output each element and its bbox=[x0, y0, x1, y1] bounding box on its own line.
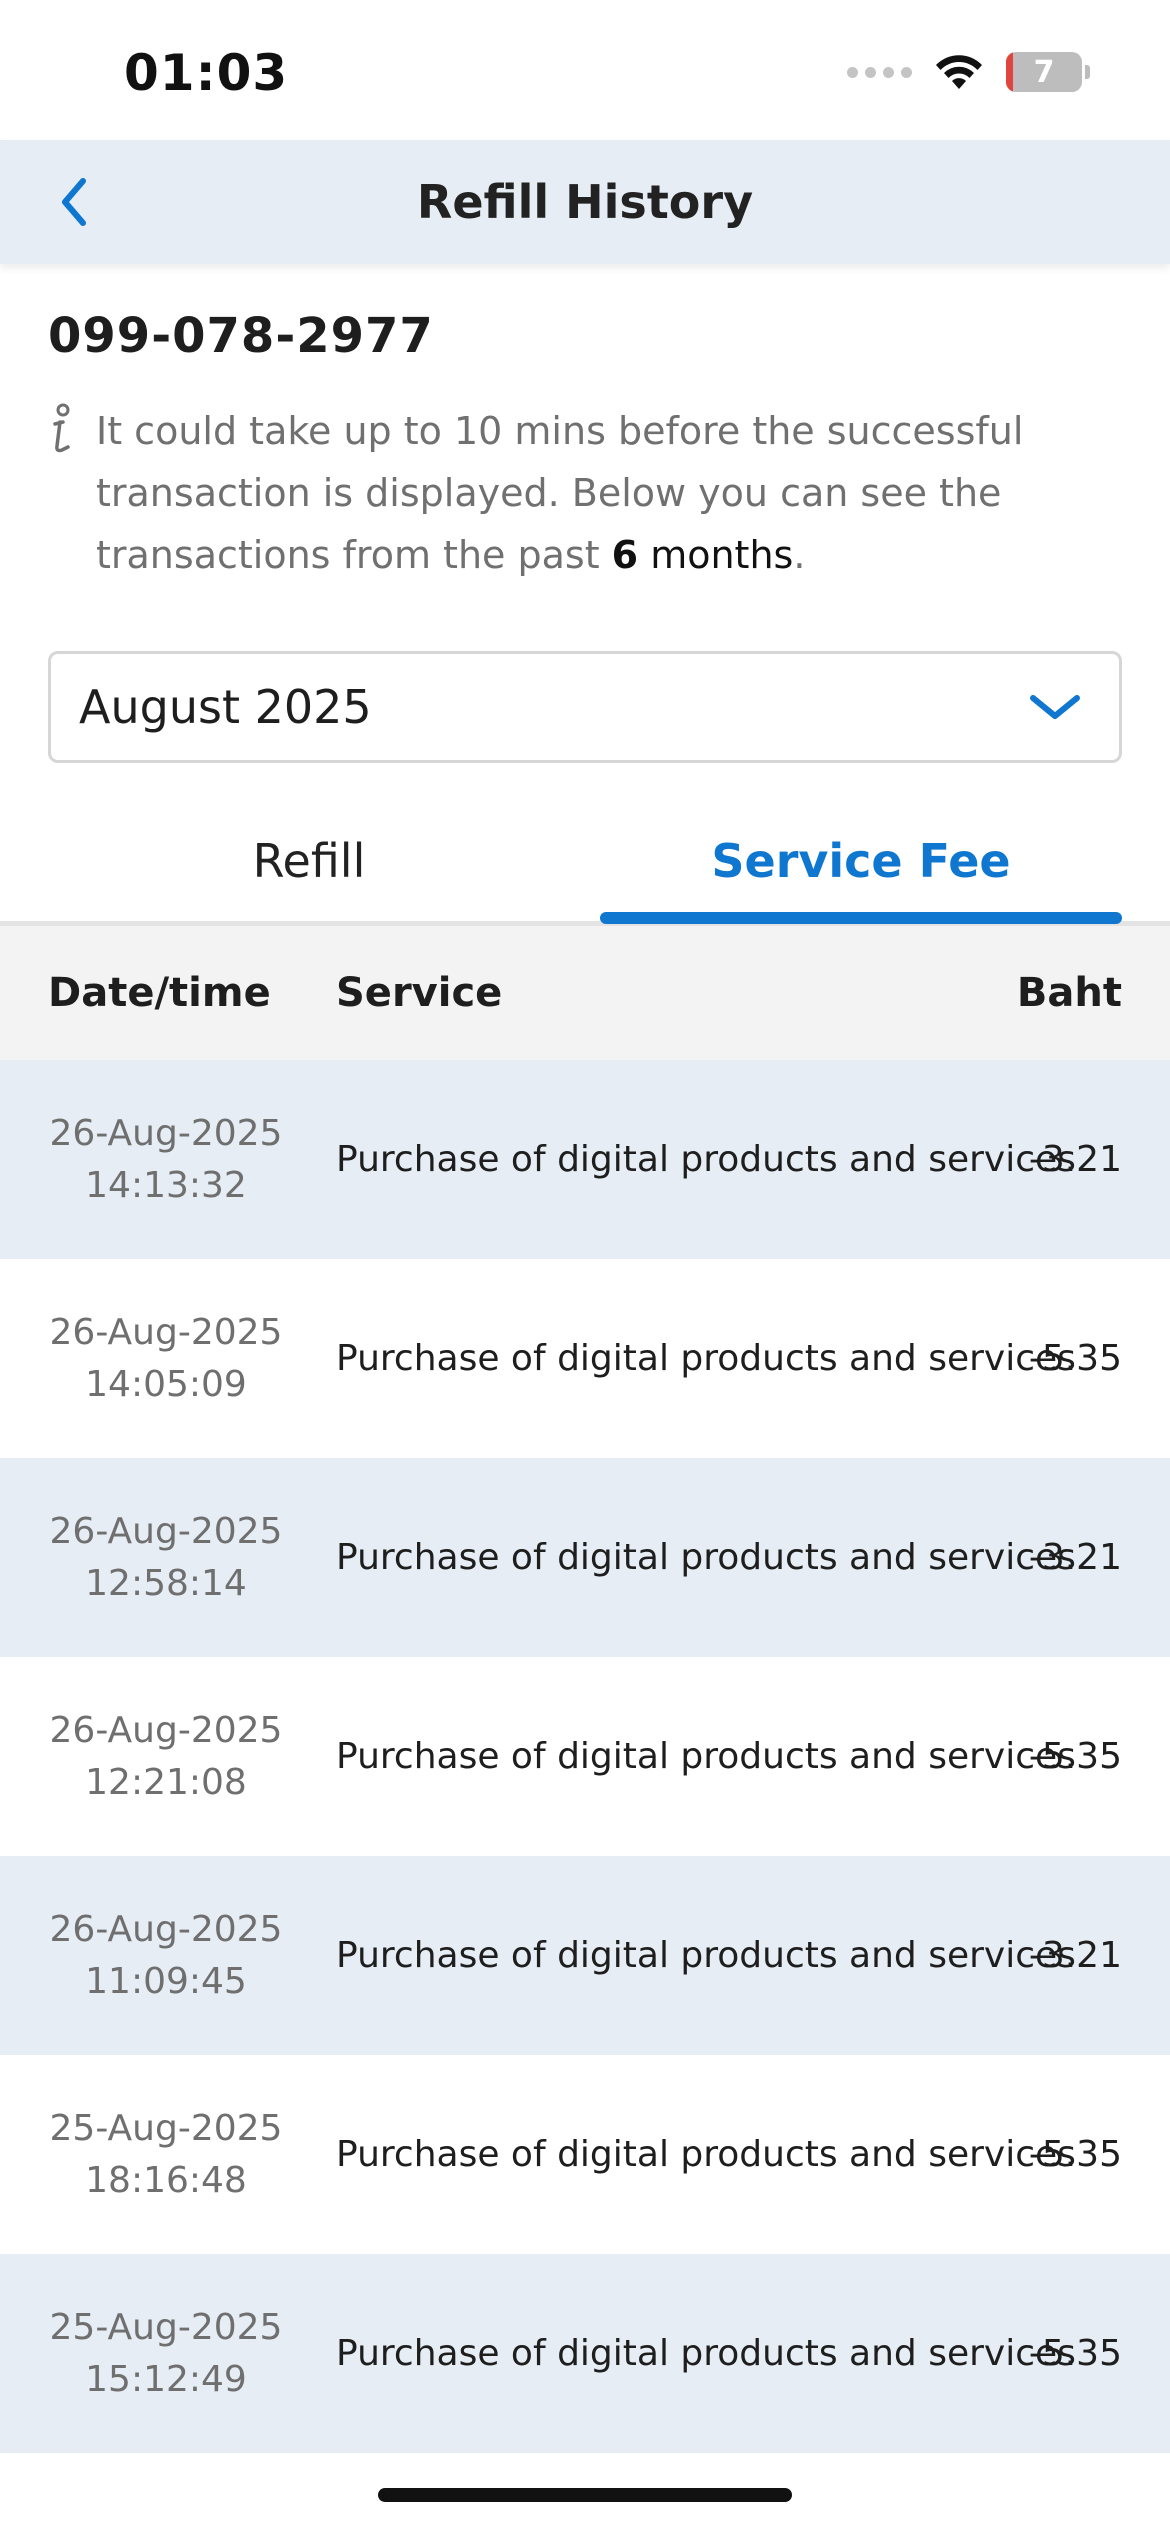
wifi-icon bbox=[936, 55, 982, 89]
nav-header: Refill History bbox=[0, 140, 1170, 264]
row-time: 15:12:49 bbox=[85, 2358, 247, 2400]
table-row: 26-Aug-2025 12:58:14 Purchase of digital… bbox=[0, 1458, 1170, 1657]
page-title: Refill History bbox=[416, 175, 754, 229]
table-row: 26-Aug-2025 14:13:32 Purchase of digital… bbox=[0, 1060, 1170, 1259]
status-icons: 7 bbox=[847, 52, 1090, 92]
row-service: Purchase of digital products and service… bbox=[336, 1736, 1076, 1777]
table-row: 25-Aug-2025 18:16:48 Purchase of digital… bbox=[0, 2055, 1170, 2254]
row-service: Purchase of digital products and service… bbox=[336, 1935, 1076, 1976]
row-date: 26-Aug-2025 bbox=[49, 1510, 283, 1552]
row-date: 26-Aug-2025 bbox=[49, 1112, 283, 1154]
status-bar: 01:03 7 bbox=[0, 0, 1170, 140]
info-text-body: It could take up to 10 mins before the s… bbox=[96, 409, 1024, 577]
column-header-datetime: Date/time bbox=[48, 970, 271, 1016]
table-row: 26-Aug-2025 14:05:09 Purchase of digital… bbox=[0, 1259, 1170, 1458]
row-time: 12:21:08 bbox=[85, 1761, 247, 1803]
row-amount: -3.21 bbox=[1028, 1139, 1122, 1180]
tab-service-fee[interactable]: Service Fee bbox=[600, 800, 1122, 921]
row-date: 26-Aug-2025 bbox=[49, 1311, 283, 1353]
row-datetime: 26-Aug-2025 14:05:09 bbox=[34, 1259, 298, 1458]
chevron-down-icon bbox=[1030, 695, 1080, 719]
row-time: 11:09:45 bbox=[85, 1960, 247, 2002]
row-time: 14:13:32 bbox=[85, 1164, 247, 1206]
info-highlight: 6 bbox=[611, 533, 639, 577]
tab-refill[interactable]: Refill bbox=[48, 800, 570, 921]
row-datetime: 26-Aug-2025 14:13:32 bbox=[34, 1060, 298, 1259]
row-datetime: 26-Aug-2025 12:21:08 bbox=[34, 1657, 298, 1856]
status-time: 01:03 bbox=[124, 44, 289, 102]
table-row: 26-Aug-2025 12:21:08 Purchase of digital… bbox=[0, 1657, 1170, 1856]
month-select-value: August 2025 bbox=[79, 680, 372, 734]
row-amount: -5.35 bbox=[1028, 2333, 1122, 2374]
column-header-amount: Baht bbox=[1016, 970, 1122, 1016]
row-datetime: 25-Aug-2025 18:16:48 bbox=[34, 2055, 298, 2254]
battery-icon: 7 bbox=[1006, 52, 1090, 92]
row-datetime: 26-Aug-2025 12:58:14 bbox=[34, 1458, 298, 1657]
transaction-list: 26-Aug-2025 14:13:32 Purchase of digital… bbox=[0, 1060, 1170, 2453]
cellular-signal-icon bbox=[847, 66, 912, 78]
table-row: 25-Aug-2025 15:12:49 Purchase of digital… bbox=[0, 2254, 1170, 2453]
row-amount: -3.21 bbox=[1028, 1935, 1122, 1976]
phone-number: 099-078-2977 bbox=[48, 308, 434, 364]
info-months: months bbox=[638, 533, 794, 577]
tab-bar: Refill Service Fee bbox=[0, 800, 1170, 926]
column-header-service: Service bbox=[336, 970, 503, 1016]
row-time: 12:58:14 bbox=[85, 1562, 247, 1604]
row-amount: -5.35 bbox=[1028, 2134, 1122, 2175]
table-header: Date/time Service Baht bbox=[0, 926, 1170, 1060]
row-service: Purchase of digital products and service… bbox=[336, 1338, 1076, 1379]
row-service: Purchase of digital products and service… bbox=[336, 2134, 1076, 2175]
active-tab-indicator bbox=[600, 912, 1122, 924]
row-amount: -5.35 bbox=[1028, 1338, 1122, 1379]
table-row: 26-Aug-2025 11:09:45 Purchase of digital… bbox=[0, 1856, 1170, 2055]
info-icon bbox=[53, 403, 70, 453]
row-time: 18:16:48 bbox=[85, 2159, 247, 2201]
row-service: Purchase of digital products and service… bbox=[336, 1139, 1076, 1180]
home-indicator[interactable] bbox=[378, 2488, 792, 2502]
row-amount: -3.21 bbox=[1028, 1537, 1122, 1578]
row-datetime: 26-Aug-2025 11:09:45 bbox=[34, 1856, 298, 2055]
row-date: 25-Aug-2025 bbox=[49, 2107, 283, 2149]
row-date: 25-Aug-2025 bbox=[49, 2306, 283, 2348]
row-amount: -5.35 bbox=[1028, 1736, 1122, 1777]
row-date: 26-Aug-2025 bbox=[49, 1908, 283, 1950]
row-time: 14:05:09 bbox=[85, 1363, 247, 1405]
info-text: It could take up to 10 mins before the s… bbox=[96, 400, 1064, 586]
info-period: . bbox=[793, 533, 806, 577]
row-service: Purchase of digital products and service… bbox=[336, 2333, 1076, 2374]
battery-level: 7 bbox=[1033, 54, 1055, 90]
row-date: 26-Aug-2025 bbox=[49, 1709, 283, 1751]
row-datetime: 25-Aug-2025 15:12:49 bbox=[34, 2254, 298, 2453]
row-service: Purchase of digital products and service… bbox=[336, 1537, 1076, 1578]
month-select[interactable]: August 2025 bbox=[48, 651, 1122, 763]
info-notice: It could take up to 10 mins before the s… bbox=[44, 400, 1064, 586]
